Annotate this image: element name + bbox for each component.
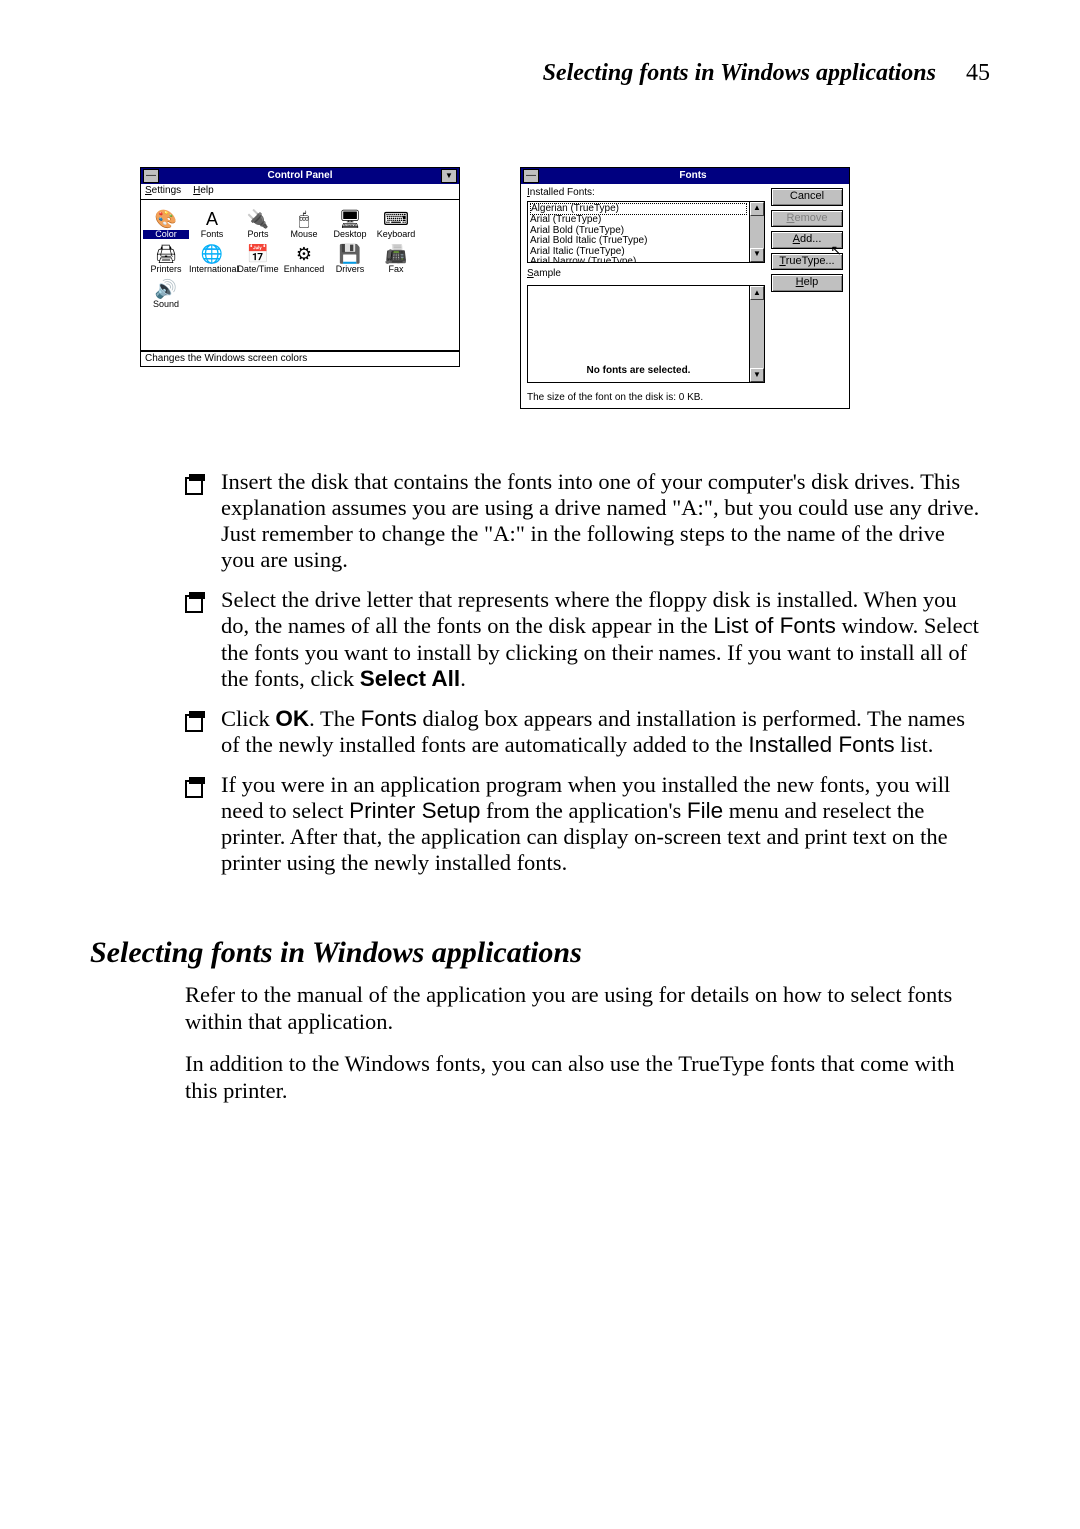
- cp-icon-keyboard[interactable]: ⌨Keyboard: [373, 208, 419, 239]
- step-item: Insert the disk that contains the fonts …: [185, 469, 980, 573]
- fonts-title: Fonts: [539, 171, 847, 182]
- scroll-down-icon[interactable]: ▼: [750, 368, 764, 382]
- body-paragraph: Refer to the manual of the application y…: [185, 982, 980, 1035]
- cp-icon-enhanced[interactable]: ⚙Enhanced: [281, 243, 327, 274]
- installed-fonts-label: Installed Fonts:: [527, 188, 765, 199]
- ports-icon: 🔌: [235, 208, 281, 230]
- running-header-title: Selecting fonts in Windows applications: [543, 60, 936, 86]
- running-header: Selecting fonts in Windows applications …: [90, 60, 990, 87]
- minimize-icon[interactable]: [441, 169, 457, 183]
- font-item[interactable]: Arial Bold Italic (TrueType): [530, 236, 747, 247]
- checkbox-icon: [185, 776, 207, 798]
- enhanced-icon: ⚙: [281, 243, 327, 265]
- remove-button[interactable]: Remove: [771, 210, 843, 228]
- cp-icon-mouse[interactable]: 🖱Mouse: [281, 208, 327, 239]
- control-panel-window: Control Panel Settings Help 🎨Color AFont…: [140, 167, 460, 409]
- fonts-titlebar[interactable]: Fonts: [520, 167, 850, 184]
- system-menu-icon[interactable]: [143, 169, 159, 183]
- help-button[interactable]: Help: [771, 274, 843, 292]
- keyboard-icon: ⌨: [373, 208, 419, 230]
- step-text: Select the drive letter that represents …: [221, 587, 980, 691]
- system-menu-icon[interactable]: [523, 169, 539, 183]
- checkbox-icon: [185, 473, 207, 495]
- step-item: Select the drive letter that represents …: [185, 587, 980, 691]
- font-item[interactable]: Arial Narrow (TrueType): [530, 257, 747, 262]
- control-panel-menubar: Settings Help: [140, 184, 460, 200]
- add-button[interactable]: Add...: [771, 231, 843, 249]
- listbox-scrollbar[interactable]: ▲ ▼: [749, 202, 764, 262]
- cp-icon-fax[interactable]: 📠Fax: [373, 243, 419, 274]
- font-size-line: The size of the font on the disk is: 0 K…: [527, 393, 765, 404]
- installed-fonts-listbox[interactable]: Algerian (TrueType) Arial (TrueType) Ari…: [527, 201, 765, 263]
- scroll-down-icon[interactable]: ▼: [750, 248, 764, 262]
- international-icon: 🌐: [189, 243, 235, 265]
- cp-icon-printers[interactable]: 🖨Printers: [143, 243, 189, 274]
- printers-icon: 🖨: [143, 243, 189, 265]
- cp-icon-international[interactable]: 🌐International: [189, 243, 235, 274]
- truetype-button[interactable]: TrueType...: [771, 253, 843, 271]
- step-text: If you were in an application program wh…: [221, 772, 980, 876]
- sample-box: No fonts are selected. ▲ ▼: [527, 285, 765, 383]
- step-text: Insert the disk that contains the fonts …: [221, 469, 980, 573]
- menu-help[interactable]: Help: [193, 186, 214, 197]
- fonts-dialog: Fonts Installed Fonts: Algerian (TrueTyp…: [520, 167, 850, 409]
- cp-icon-sound[interactable]: 🔊Sound: [143, 278, 189, 309]
- checkbox-icon: [185, 591, 207, 613]
- cp-icon-ports[interactable]: 🔌Ports: [235, 208, 281, 239]
- step-text: Click OK. The Fonts dialog box appears a…: [221, 706, 980, 758]
- section-heading: Selecting fonts in Windows applications: [90, 936, 990, 970]
- cp-icon-fonts[interactable]: AFonts: [189, 208, 235, 239]
- scroll-up-icon[interactable]: ▲: [750, 202, 764, 216]
- control-panel-titlebar[interactable]: Control Panel: [140, 167, 460, 184]
- sound-icon: 🔊: [143, 278, 189, 300]
- checkbox-icon: [185, 710, 207, 732]
- scroll-up-icon[interactable]: ▲: [750, 286, 764, 300]
- control-panel-title: Control Panel: [159, 171, 441, 182]
- control-panel-statusbar: Changes the Windows screen colors: [140, 351, 460, 368]
- cp-icon-datetime[interactable]: 📅Date/Time: [235, 243, 281, 274]
- color-icon: 🎨: [143, 208, 189, 230]
- page-number: 45: [966, 60, 990, 86]
- desktop-icon: 🖥: [327, 208, 373, 230]
- body-paragraph: In addition to the Windows fonts, you ca…: [185, 1051, 980, 1104]
- step-item: Click OK. The Fonts dialog box appears a…: [185, 706, 980, 758]
- cp-icon-color[interactable]: 🎨Color: [143, 208, 189, 239]
- cp-icon-drivers[interactable]: 💾Drivers: [327, 243, 373, 274]
- datetime-icon: 📅: [235, 243, 281, 265]
- cancel-button[interactable]: Cancel: [771, 188, 843, 206]
- menu-settings[interactable]: Settings: [145, 186, 181, 197]
- fonts-icon: A: [189, 208, 235, 230]
- font-item[interactable]: Arial (TrueType): [530, 215, 747, 226]
- fax-icon: 📠: [373, 243, 419, 265]
- mouse-icon: 🖱: [281, 208, 327, 230]
- cp-icon-desktop[interactable]: 🖥Desktop: [327, 208, 373, 239]
- sample-message: No fonts are selected.: [528, 286, 749, 382]
- sample-scrollbar[interactable]: ▲ ▼: [749, 286, 764, 382]
- drivers-icon: 💾: [327, 243, 373, 265]
- sample-label: Sample: [527, 269, 765, 280]
- step-item: If you were in an application program wh…: [185, 772, 980, 876]
- control-panel-body: 🎨Color AFonts 🔌Ports 🖱Mouse 🖥Desktop ⌨Ke…: [140, 200, 460, 351]
